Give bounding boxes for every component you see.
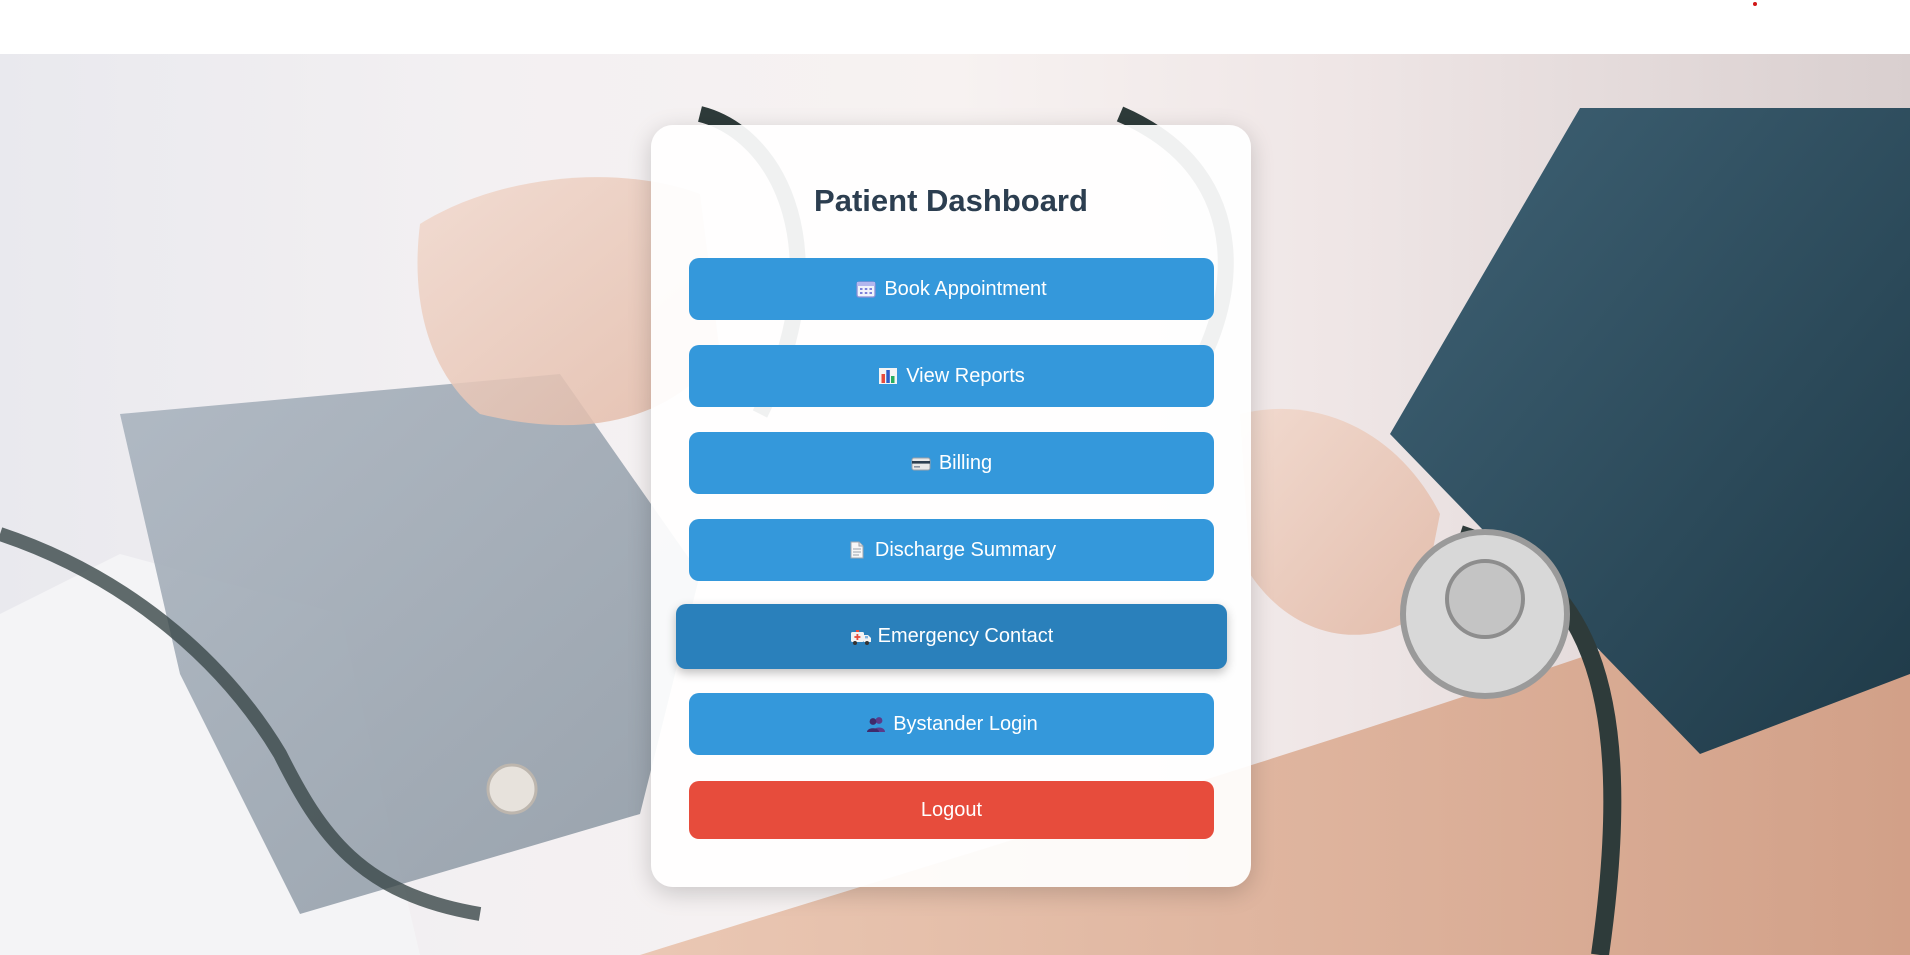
logout-label: Logout: [920, 798, 983, 821]
bar-chart-icon: [878, 367, 898, 385]
discharge-summary-label: Discharge Summary: [874, 538, 1057, 561]
view-reports-button[interactable]: View Reports: [689, 345, 1214, 407]
billing-label: Billing: [938, 451, 993, 474]
document-icon: [847, 541, 867, 559]
bystander-login-button[interactable]: Bystander Login: [689, 693, 1214, 755]
view-reports-label: View Reports: [906, 364, 1025, 387]
calendar-icon: [856, 280, 876, 298]
status-dot: [1753, 2, 1757, 6]
logout-button[interactable]: Logout: [689, 781, 1214, 839]
emergency-contact-button[interactable]: Emergency Contact: [676, 604, 1227, 669]
billing-button[interactable]: Billing: [689, 432, 1214, 494]
top-bar: [0, 0, 1910, 54]
ambulance-icon: [850, 628, 871, 646]
credit-card-icon: [911, 454, 931, 472]
book-appointment-label: Book Appointment: [884, 277, 1047, 300]
book-appointment-button[interactable]: Book Appointment: [689, 258, 1214, 320]
dashboard-card: Patient Dashboard Book Appointment View: [651, 125, 1251, 887]
page-title: Patient Dashboard: [814, 183, 1088, 218]
discharge-summary-button[interactable]: Discharge Summary: [689, 519, 1214, 581]
users-icon: [865, 715, 886, 733]
emergency-contact-label: Emergency Contact: [877, 625, 1054, 647]
bystander-login-label: Bystander Login: [893, 712, 1038, 735]
